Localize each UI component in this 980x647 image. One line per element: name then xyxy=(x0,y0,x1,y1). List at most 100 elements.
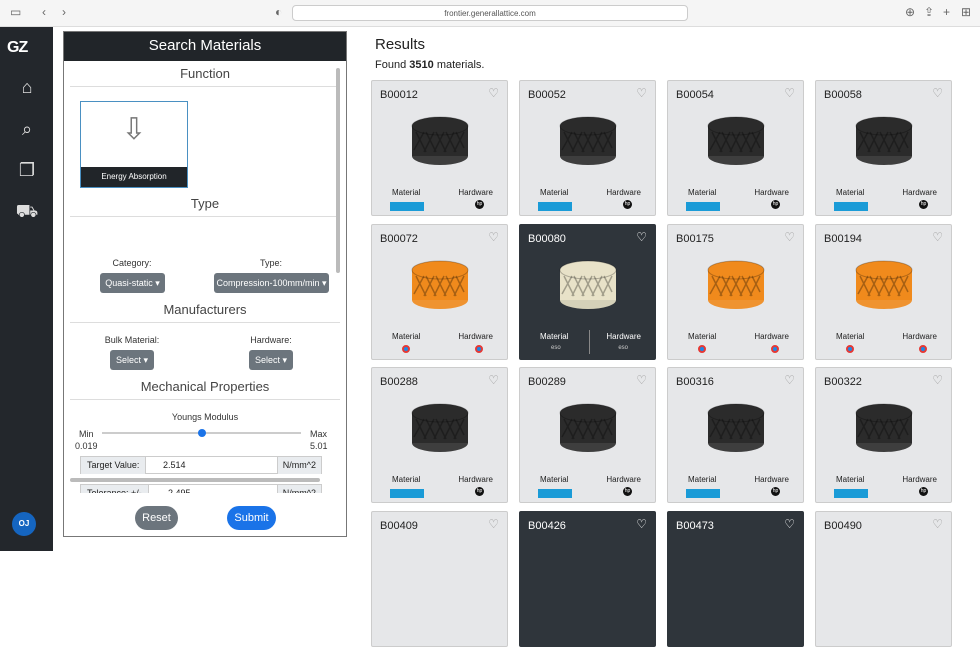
tolerance-input[interactable]: 2.495 xyxy=(168,485,191,493)
material-card[interactable]: B00322 ♡ Material Hardware hp xyxy=(815,367,952,503)
favorite-heart-icon[interactable]: ♡ xyxy=(636,517,647,531)
favorite-heart-icon[interactable]: ♡ xyxy=(488,517,499,531)
category-select[interactable]: Quasi-static ▾ xyxy=(100,273,165,293)
material-id: B00490 xyxy=(824,520,862,532)
panel-horizontal-scrollbar[interactable] xyxy=(70,478,320,482)
panel-vertical-scrollbar[interactable] xyxy=(336,68,340,273)
download-icon[interactable]: ⊕ xyxy=(905,5,915,19)
filter-scroll-area[interactable]: Function ⇩ Energy Absorption Type Catego… xyxy=(64,61,346,493)
material-label: Material xyxy=(540,475,569,484)
material-card[interactable]: B00080 ♡ Material Hardware eso eso xyxy=(519,224,656,360)
material-card[interactable]: B00288 ♡ Material Hardware hp xyxy=(371,367,508,503)
favorite-heart-icon[interactable]: ♡ xyxy=(784,86,795,100)
material-label: Material xyxy=(688,188,717,197)
tab-overview-icon[interactable]: ⊞ xyxy=(961,5,971,19)
material-card[interactable]: B00072 ♡ Material Hardware xyxy=(371,224,508,360)
function-card-energy-absorption[interactable]: ⇩ Energy Absorption xyxy=(80,101,188,188)
material-card[interactable]: B00473 ♡ xyxy=(667,511,804,647)
submit-button[interactable]: Submit xyxy=(227,506,276,530)
target-value-input[interactable]: 2.514 xyxy=(163,457,186,474)
youngs-slider-track[interactable] xyxy=(102,429,301,437)
favorite-heart-icon[interactable]: ♡ xyxy=(636,86,647,100)
hardware-label: Hardware xyxy=(902,475,937,484)
material-card[interactable]: B00316 ♡ Material Hardware hp xyxy=(667,367,804,503)
material-brand-logo xyxy=(390,202,424,211)
material-card[interactable]: B00058 ♡ Material Hardware hp xyxy=(815,80,952,216)
favorite-heart-icon[interactable]: ♡ xyxy=(784,373,795,387)
favorite-heart-icon[interactable]: ♡ xyxy=(932,517,943,531)
material-id: B00409 xyxy=(380,520,418,532)
material-card[interactable]: B00194 ♡ Material Hardware xyxy=(815,224,952,360)
material-label: Material xyxy=(392,475,421,484)
sidebar-toggle-icon[interactable]: ▭ xyxy=(10,5,21,19)
material-card[interactable]: B00426 ♡ xyxy=(519,511,656,647)
material-label: Material xyxy=(836,188,865,197)
hardware-label: Hardware xyxy=(606,332,641,341)
max-value: 5.01 xyxy=(310,441,328,451)
material-card[interactable]: B00175 ♡ Material Hardware xyxy=(667,224,804,360)
material-brand-logo xyxy=(538,202,572,211)
hardware-label: Hardware: xyxy=(250,335,292,345)
search-icon[interactable]: ⌕ xyxy=(15,117,39,141)
bulk-material-select[interactable]: Select ▾ xyxy=(110,350,154,370)
hardware-label: Hardware xyxy=(754,188,789,197)
cart-icon[interactable]: ⛟ xyxy=(15,199,39,223)
material-card[interactable]: B00012 ♡ Material Hardware hp xyxy=(371,80,508,216)
new-tab-icon[interactable]: + xyxy=(943,5,950,19)
favorite-heart-icon[interactable]: ♡ xyxy=(636,230,647,244)
lattice-sample-image xyxy=(410,401,470,453)
hardware-brand-logo: hp xyxy=(771,200,780,209)
hardware-brand-logo: hp xyxy=(623,487,632,496)
forward-icon[interactable]: › xyxy=(62,5,66,19)
target-value-field[interactable]: Target Value: 2.514 N/mm^2 xyxy=(80,456,322,474)
reset-button[interactable]: Reset xyxy=(135,506,178,530)
material-card[interactable]: B00054 ♡ Material Hardware hp xyxy=(667,80,804,216)
hardware-brand-logo: eso xyxy=(618,345,628,351)
favorite-heart-icon[interactable]: ♡ xyxy=(488,230,499,244)
hardware-label: Hardware xyxy=(902,332,937,341)
hardware-select[interactable]: Select ▾ xyxy=(249,350,293,370)
favorite-heart-icon[interactable]: ♡ xyxy=(488,86,499,100)
favorite-heart-icon[interactable]: ♡ xyxy=(784,230,795,244)
card-divider xyxy=(589,330,590,354)
material-brand-logo xyxy=(538,489,572,498)
max-label: Max xyxy=(310,429,328,439)
favorite-heart-icon[interactable]: ♡ xyxy=(636,373,647,387)
hardware-label: Hardware xyxy=(606,188,641,197)
avatar[interactable]: OJ xyxy=(12,512,36,536)
share-icon[interactable]: ⇪ xyxy=(924,5,934,19)
app-logo[interactable]: GZ xyxy=(7,39,28,57)
material-label: Material xyxy=(688,475,717,484)
material-brand-logo xyxy=(846,345,854,353)
lattice-sample-image xyxy=(706,114,766,166)
hardware-brand-logo: hp xyxy=(475,200,484,209)
hardware-label: Hardware xyxy=(902,188,937,197)
material-label: Material xyxy=(540,332,569,341)
material-id: B00316 xyxy=(676,376,714,388)
favorite-heart-icon[interactable]: ♡ xyxy=(932,373,943,387)
material-card[interactable]: B00052 ♡ Material Hardware hp xyxy=(519,80,656,216)
hardware-value: Select xyxy=(254,355,280,365)
home-icon[interactable]: ⌂ xyxy=(15,75,39,99)
tolerance-field[interactable]: Tolerance: +/- 2.495 N/mm^2 xyxy=(80,484,322,493)
category-value: Quasi-static xyxy=(105,278,153,288)
material-id: B00080 xyxy=(528,233,566,245)
youngs-slider-thumb[interactable] xyxy=(197,429,206,437)
favorite-heart-icon[interactable]: ♡ xyxy=(932,86,943,100)
type-select[interactable]: Compression-100mm/min ▾ xyxy=(214,273,329,293)
favorite-heart-icon[interactable]: ♡ xyxy=(784,517,795,531)
results-title: Results xyxy=(375,36,426,53)
favorite-heart-icon[interactable]: ♡ xyxy=(488,373,499,387)
documents-icon[interactable]: ❐ xyxy=(15,158,39,182)
lattice-sample-image xyxy=(706,258,766,310)
material-card[interactable]: B00409 ♡ xyxy=(371,511,508,647)
type-header: Type xyxy=(70,191,340,217)
material-card[interactable]: B00490 ♡ xyxy=(815,511,952,647)
url-bar[interactable]: frontier.generallattice.com xyxy=(292,5,688,21)
back-icon[interactable]: ‹ xyxy=(42,5,46,19)
favorite-heart-icon[interactable]: ♡ xyxy=(932,230,943,244)
material-card[interactable]: B00289 ♡ Material Hardware hp xyxy=(519,367,656,503)
hardware-label: Hardware xyxy=(458,475,493,484)
found-count: 3510 xyxy=(409,59,434,71)
material-brand-logo xyxy=(402,345,410,353)
